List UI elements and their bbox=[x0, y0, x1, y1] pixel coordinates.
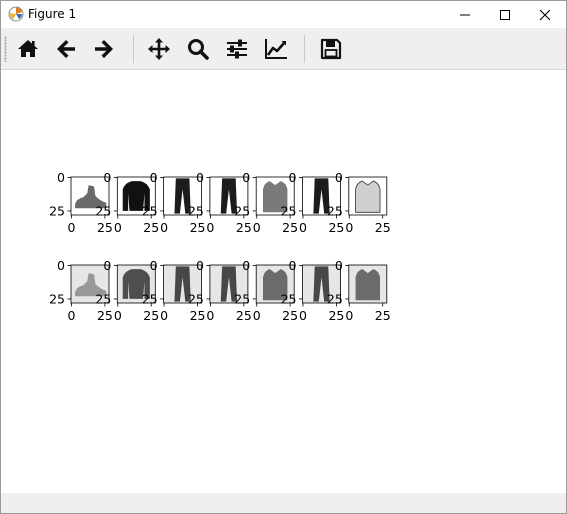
x-tick-label: 0 bbox=[253, 220, 261, 235]
close-icon bbox=[539, 9, 551, 21]
title-bar[interactable]: Figure 1 bbox=[1, 1, 566, 28]
y-tick-label: 25 bbox=[234, 291, 250, 306]
x-tick-label: 0 bbox=[253, 308, 261, 323]
x-tick-label: 25 bbox=[97, 308, 113, 323]
forward-button[interactable] bbox=[91, 36, 117, 62]
sliders-icon bbox=[227, 39, 247, 59]
x-tick-label: 0 bbox=[114, 308, 122, 323]
save-button[interactable] bbox=[318, 36, 344, 62]
x-tick-label: 0 bbox=[206, 220, 214, 235]
x-tick-label: 25 bbox=[97, 220, 113, 235]
x-tick-label: 0 bbox=[68, 220, 76, 235]
y-tick-label: 0 bbox=[242, 170, 250, 185]
y-tick-label: 0 bbox=[335, 258, 343, 273]
minimize-icon bbox=[460, 14, 470, 16]
x-tick-label: 0 bbox=[299, 220, 307, 235]
move-arrows-icon bbox=[148, 38, 170, 60]
y-tick-label: 25 bbox=[281, 203, 297, 218]
y-tick-label: 25 bbox=[49, 203, 65, 218]
y-tick-label: 0 bbox=[57, 258, 65, 273]
y-tick-label: 0 bbox=[289, 170, 297, 185]
arrow-left-icon bbox=[57, 40, 75, 58]
y-tick-label: 0 bbox=[103, 258, 111, 273]
y-tick-label: 25 bbox=[95, 203, 111, 218]
y-tick-label: 25 bbox=[95, 291, 111, 306]
x-tick-label: 25 bbox=[190, 308, 206, 323]
status-bar bbox=[1, 493, 566, 513]
line-chart-icon bbox=[265, 39, 287, 59]
x-tick-label: 25 bbox=[143, 220, 159, 235]
y-tick-label: 0 bbox=[150, 258, 158, 273]
y-tick-label: 25 bbox=[49, 291, 65, 306]
x-tick-label: 0 bbox=[114, 220, 122, 235]
magnifier-icon bbox=[188, 39, 209, 60]
y-tick-label: 25 bbox=[234, 203, 250, 218]
x-tick-label: 25 bbox=[328, 308, 344, 323]
minimize-button[interactable] bbox=[445, 1, 485, 28]
x-tick-label: 0 bbox=[160, 220, 168, 235]
y-tick-label: 0 bbox=[289, 258, 297, 273]
y-tick-label: 0 bbox=[196, 258, 204, 273]
x-tick-label: 25 bbox=[282, 308, 298, 323]
toolbar-separator bbox=[304, 35, 305, 63]
x-tick-label: 25 bbox=[375, 308, 391, 323]
y-tick-label: 25 bbox=[142, 291, 158, 306]
figure-window: Figure 1 0 25 0 25 0 25 0 25 0 25 0 25 0… bbox=[0, 0, 567, 514]
y-tick-label: 25 bbox=[281, 291, 297, 306]
original-images-row: 0250 250250 250250 250250 250250 250250 250250… bbox=[49, 170, 391, 235]
y-tick-label: 0 bbox=[335, 170, 343, 185]
y-tick-label: 25 bbox=[142, 203, 158, 218]
x-tick-label: 25 bbox=[236, 308, 252, 323]
x-tick-label: 0 bbox=[160, 308, 168, 323]
back-button[interactable] bbox=[53, 36, 79, 62]
pan-button[interactable] bbox=[146, 36, 172, 62]
reconstructed-images-row: 0250 250250 250250 250250 250250 250250 250250… bbox=[49, 258, 391, 323]
edit-axes-button[interactable] bbox=[263, 36, 289, 62]
window-title: Figure 1 bbox=[28, 7, 77, 21]
x-tick-label: 0 bbox=[68, 308, 76, 323]
toolbar-separator bbox=[133, 35, 134, 63]
y-tick-label: 0 bbox=[242, 258, 250, 273]
toolbar-grip[interactable] bbox=[4, 36, 7, 62]
y-tick-label: 25 bbox=[188, 291, 204, 306]
maximize-icon bbox=[500, 10, 510, 20]
x-tick-label: 0 bbox=[345, 308, 353, 323]
close-button[interactable] bbox=[525, 1, 565, 28]
maximize-button[interactable] bbox=[485, 1, 525, 28]
x-tick-label: 25 bbox=[282, 220, 298, 235]
y-tick-label: 0 bbox=[196, 170, 204, 185]
floppy-disk-icon bbox=[320, 38, 342, 60]
y-tick-label: 0 bbox=[57, 170, 65, 185]
y-tick-label: 25 bbox=[327, 203, 343, 218]
y-tick-label: 0 bbox=[103, 170, 111, 185]
x-tick-label: 25 bbox=[236, 220, 252, 235]
x-tick-label: 25 bbox=[190, 220, 206, 235]
y-tick-label: 25 bbox=[327, 291, 343, 306]
x-tick-label: 0 bbox=[206, 308, 214, 323]
shirt-image bbox=[355, 180, 381, 213]
arrow-right-icon bbox=[95, 40, 113, 58]
home-button[interactable] bbox=[15, 36, 41, 62]
x-tick-label: 0 bbox=[299, 308, 307, 323]
navigation-toolbar bbox=[1, 28, 566, 70]
x-tick-label: 25 bbox=[143, 308, 159, 323]
configure-subplots-button[interactable] bbox=[224, 36, 250, 62]
shirt-image bbox=[355, 269, 381, 301]
y-tick-label: 0 bbox=[150, 170, 158, 185]
home-icon bbox=[18, 40, 38, 57]
figure-canvas[interactable]: 0 25 0 25 0 25 0 25 0 25 0 25 0 25 0 25 0 25 0 25 0 25 0 25 0 25 0… bbox=[1, 70, 566, 493]
x-tick-label: 25 bbox=[375, 220, 391, 235]
image-grid-figure: 0250 250250 250250 250250 250250 250250 250250… bbox=[49, 170, 391, 323]
zoom-button[interactable] bbox=[185, 36, 211, 62]
y-tick-label: 25 bbox=[188, 203, 204, 218]
x-tick-label: 0 bbox=[345, 220, 353, 235]
x-tick-label: 25 bbox=[328, 220, 344, 235]
matplotlib-logo-icon bbox=[8, 6, 24, 22]
